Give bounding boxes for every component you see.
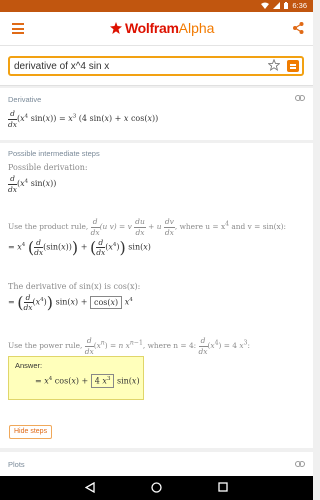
answer-label: Answer: bbox=[15, 361, 43, 370]
pod-title-plots: Plots bbox=[8, 460, 25, 469]
hide-steps-button[interactable]: Hide steps bbox=[9, 425, 53, 439]
recents-icon[interactable] bbox=[218, 482, 228, 492]
pod-title-steps: Possible intermediate steps bbox=[8, 149, 100, 158]
power-rule-line: Use the power rule, d dx (xn) = n xn−1, wh… bbox=[8, 336, 250, 356]
derivative-sin-text: The derivative of sin(x) is cos(x): bbox=[8, 282, 141, 291]
wolfram-spikey-icon bbox=[110, 22, 122, 34]
derivation-expression: d dx (x4 sin(x)) bbox=[8, 174, 57, 194]
menu-icon[interactable] bbox=[12, 23, 24, 34]
pod-title-derivative: Derivative bbox=[8, 95, 42, 104]
link-icon[interactable] bbox=[295, 95, 305, 101]
answer-expression: = x4 cos(x) + 4 x3 sin(x) bbox=[35, 374, 140, 388]
wifi-icon bbox=[261, 2, 270, 9]
search-box bbox=[8, 56, 304, 76]
home-icon[interactable] bbox=[151, 482, 162, 493]
back-icon[interactable] bbox=[85, 482, 95, 493]
derivative-pod: Derivative d dx (x4 sin(x)) = x3 (4 sin(x)… bbox=[0, 88, 313, 140]
possible-derivation-label: Possible derivation: bbox=[8, 163, 88, 172]
search-area bbox=[0, 46, 313, 86]
wolfram-alpha-logo: Wolfram Alpha bbox=[110, 20, 214, 36]
derivative-result: d dx (x4 sin(x)) = x3 (4 sin(x) + x cos(x)… bbox=[8, 109, 159, 129]
app-bar: Wolfram Alpha bbox=[0, 12, 313, 46]
navigation-bar bbox=[0, 476, 313, 500]
share-icon[interactable] bbox=[293, 22, 304, 34]
battery-icon bbox=[284, 2, 289, 9]
answer-box: Answer: = x4 cos(x) + 4 x3 sin(x) bbox=[8, 356, 144, 400]
search-input[interactable] bbox=[14, 58, 264, 74]
product-rule-result: = x4 (d dx (sin(x))) + (d dx (x4)) sin(x) bbox=[8, 237, 151, 257]
signal-icon bbox=[273, 2, 281, 9]
equals-icon[interactable] bbox=[287, 60, 299, 72]
star-icon[interactable] bbox=[268, 59, 280, 71]
plots-pod: Plots bbox=[0, 452, 313, 476]
sin-derivative-result: = (d dx (x4)) sin(x) + cos(x) x4 bbox=[8, 292, 133, 312]
link-icon[interactable] bbox=[295, 461, 305, 467]
status-bar: 6:36 bbox=[0, 0, 313, 12]
status-time: 6:36 bbox=[292, 1, 307, 10]
product-rule-line: Use the product rule, d dx (u v) = v du dx … bbox=[8, 217, 287, 237]
